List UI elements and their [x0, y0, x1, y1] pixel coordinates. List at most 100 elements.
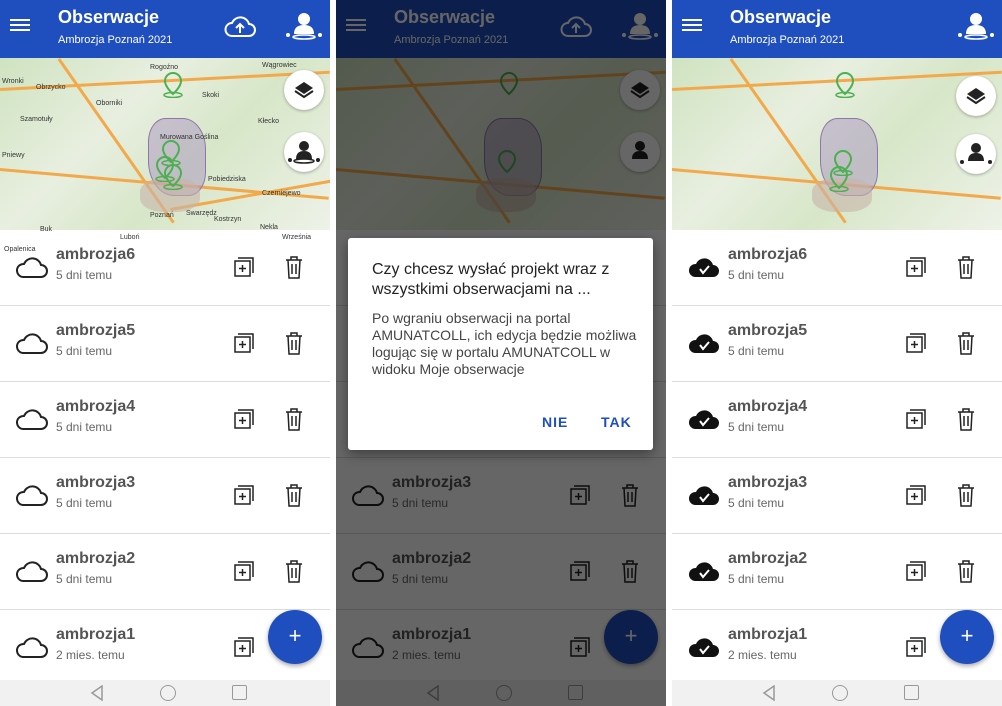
add-copy-icon[interactable]: [234, 637, 254, 657]
cloud-icon: [16, 409, 48, 430]
list-item[interactable]: ambrozja3 5 dni temu: [672, 458, 1002, 534]
cloud-icon: [16, 637, 48, 658]
location-button[interactable]: [956, 134, 996, 174]
add-copy-icon[interactable]: [234, 485, 254, 505]
add-copy-icon[interactable]: [906, 637, 926, 657]
list-item[interactable]: ambrozja2 5 dni temu: [0, 534, 330, 610]
list-item[interactable]: ambrozja3 5 dni temu: [0, 458, 330, 534]
observation-name: ambrozja6: [56, 246, 136, 263]
trash-icon[interactable]: [285, 483, 303, 507]
map-view[interactable]: [672, 58, 1002, 230]
map-view[interactable]: Rogoźno Wągrowiec Obrzycko Oborniki Skok…: [0, 58, 330, 253]
user-location-icon: [288, 141, 320, 164]
add-observation-button[interactable]: +: [940, 610, 994, 664]
observation-name: ambrozja2: [56, 550, 136, 567]
list-item[interactable]: ambrozja5 5 dni temu: [672, 306, 1002, 382]
trash-icon[interactable]: [285, 331, 303, 355]
user-location-icon[interactable]: [285, 10, 323, 40]
menu-icon[interactable]: [10, 16, 30, 34]
map-label: Czerniejewo: [262, 190, 301, 197]
list-item[interactable]: ambrozja6 5 dni temu: [0, 230, 330, 306]
observation-time: 5 dni temu: [728, 268, 785, 282]
trash-icon[interactable]: [957, 559, 975, 583]
list-item[interactable]: ambrozja2 5 dni temu: [672, 534, 1002, 610]
app-bar: Obserwacje Ambrozja Poznań 2021: [0, 0, 330, 58]
map-pin-icon[interactable]: [834, 72, 856, 98]
add-copy-icon[interactable]: [906, 561, 926, 581]
observation-name: ambrozja4: [56, 398, 136, 415]
add-copy-icon[interactable]: [906, 333, 926, 353]
observation-name: ambrozja5: [56, 322, 136, 339]
map-label: Swarzędz: [186, 210, 217, 217]
observation-time: 5 dni temu: [56, 344, 113, 358]
list-item[interactable]: ambrozja4 5 dni temu: [672, 382, 1002, 458]
trash-icon[interactable]: [285, 255, 303, 279]
list-item[interactable]: ambrozja5 5 dni temu: [0, 306, 330, 382]
map-label: Pobiedziska: [208, 176, 246, 183]
recent-apps-icon[interactable]: [232, 685, 247, 700]
observation-time: 5 dni temu: [56, 268, 113, 282]
user-location-icon: [960, 143, 992, 164]
observation-time: 2 mies. temu: [56, 648, 125, 662]
dialog-message: Po wgraniu obserwacji na portal AMUNATCO…: [372, 310, 637, 377]
map-label: Wronki: [2, 78, 24, 85]
add-copy-icon[interactable]: [906, 409, 926, 429]
app-title: Obserwacje: [730, 7, 832, 27]
location-button[interactable]: [284, 132, 324, 172]
add-copy-icon[interactable]: [234, 409, 254, 429]
app-subtitle: Ambrozja Poznań 2021: [730, 34, 845, 46]
cloud-upload-icon[interactable]: [224, 12, 256, 40]
trash-icon[interactable]: [957, 407, 975, 431]
recent-apps-icon[interactable]: [904, 685, 919, 700]
observation-time: 5 dni temu: [728, 496, 785, 510]
add-copy-icon[interactable]: [906, 257, 926, 277]
layers-button[interactable]: [956, 76, 996, 116]
app-title: Obserwacje: [58, 7, 160, 27]
list-item[interactable]: ambrozja4 5 dni temu: [0, 382, 330, 458]
trash-icon[interactable]: [957, 331, 975, 355]
map-pin-icon[interactable]: [162, 164, 184, 190]
map-pin-icon[interactable]: [828, 166, 850, 192]
observation-time: 5 dni temu: [728, 344, 785, 358]
app-bar: Obserwacje Ambrozja Poznań 2021: [672, 0, 1002, 58]
list-item[interactable]: ambrozja6 5 dni temu: [672, 230, 1002, 306]
yes-button[interactable]: TAK: [601, 414, 632, 430]
app-subtitle: Ambrozja Poznań 2021: [58, 34, 173, 46]
map-label: Kostrzyn: [214, 216, 242, 223]
observation-time: 5 dni temu: [728, 420, 785, 434]
map-label: Obrzycko: [36, 84, 66, 91]
cloud-done-icon: [688, 410, 719, 429]
system-nav-bar: [0, 680, 330, 706]
add-copy-icon[interactable]: [906, 485, 926, 505]
back-icon[interactable]: [762, 685, 776, 701]
observation-name: ambrozja5: [728, 322, 808, 339]
map-pin-icon[interactable]: [162, 72, 184, 98]
screen-after-upload: Obserwacje Ambrozja Poznań 2021 ambrozja…: [672, 0, 1002, 706]
map-label: Kłecko: [258, 118, 280, 125]
layers-icon: [294, 82, 314, 99]
home-icon[interactable]: [160, 685, 176, 701]
add-copy-icon[interactable]: [234, 257, 254, 277]
map-label: Szamotuły: [20, 116, 53, 123]
back-icon[interactable]: [90, 685, 104, 701]
map-label: Rogoźno: [150, 64, 179, 71]
add-copy-icon[interactable]: [234, 333, 254, 353]
trash-icon[interactable]: [957, 483, 975, 507]
menu-icon[interactable]: [682, 16, 702, 34]
cloud-icon: [16, 257, 48, 278]
map-label: Wągrowiec: [262, 62, 297, 69]
home-icon[interactable]: [832, 685, 848, 701]
add-observation-button[interactable]: +: [268, 610, 322, 664]
screen-upload-dialog: Obserwacje Ambrozja Poznań 2021: [336, 0, 666, 706]
no-button[interactable]: NIE: [542, 414, 568, 430]
layers-button[interactable]: [284, 70, 324, 110]
cloud-done-icon: [688, 562, 719, 581]
trash-icon[interactable]: [285, 559, 303, 583]
observation-time: 2 mies. temu: [728, 648, 797, 662]
user-location-icon[interactable]: [957, 10, 995, 40]
trash-icon[interactable]: [957, 255, 975, 279]
cloud-done-icon: [688, 486, 719, 505]
add-copy-icon[interactable]: [234, 561, 254, 581]
trash-icon[interactable]: [285, 407, 303, 431]
upload-confirm-dialog: Czy chcesz wysłać projekt wraz z wszystk…: [348, 238, 653, 450]
